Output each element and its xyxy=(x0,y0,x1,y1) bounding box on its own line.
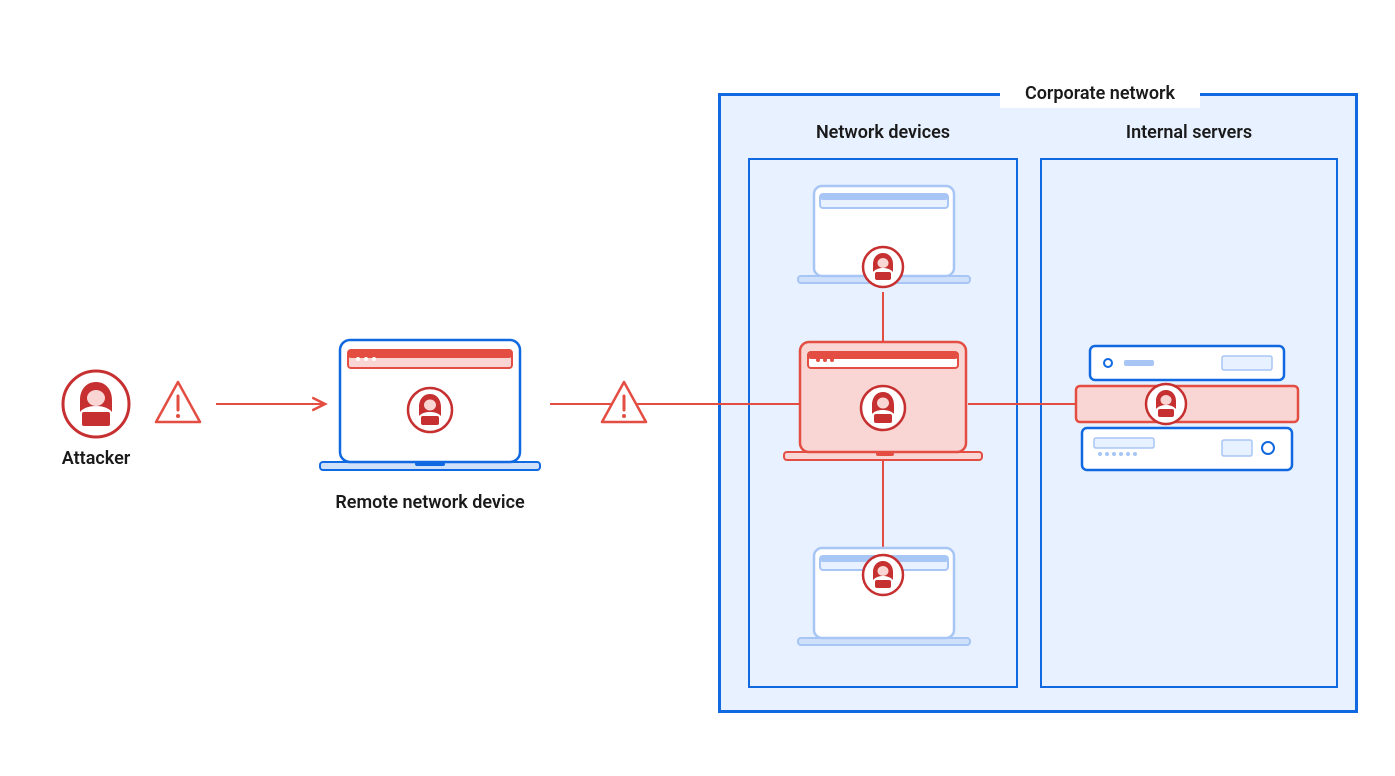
attacker-icon xyxy=(60,368,132,440)
attacker-icon xyxy=(860,552,906,598)
server-stack-icon xyxy=(1072,340,1302,480)
attacker-icon xyxy=(860,244,906,290)
remote-laptop-icon xyxy=(310,330,550,490)
warning-icon xyxy=(150,376,206,432)
network-device-mid-icon xyxy=(778,336,988,476)
attacker-label: Attacker xyxy=(40,448,152,469)
remote-device-label: Remote network device xyxy=(310,492,550,513)
warning-icon xyxy=(596,376,652,432)
diagram-stage: Corporate network Network devices Intern… xyxy=(0,0,1395,776)
